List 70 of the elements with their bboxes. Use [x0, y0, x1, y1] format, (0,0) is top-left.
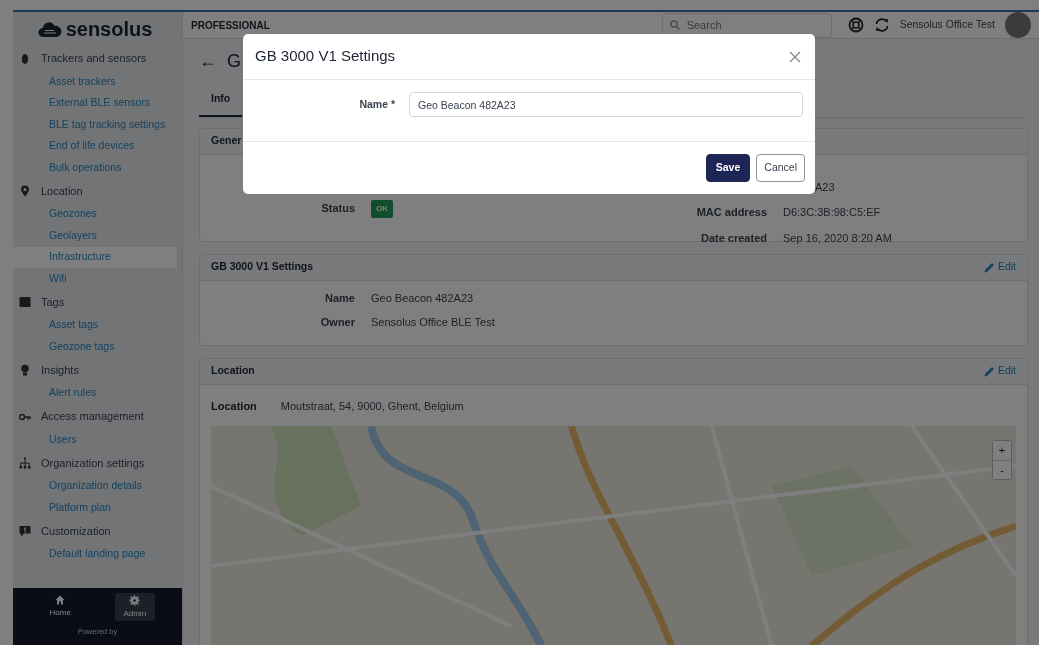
search-icon: [669, 19, 680, 30]
pencil-icon: [983, 365, 995, 377]
sidebar-link[interactable]: External BLE sensors: [13, 92, 177, 114]
card-title: GB 3000 V1 Settings: [211, 259, 314, 275]
card-title: Location: [211, 363, 255, 379]
avatar[interactable]: [1005, 12, 1031, 38]
sidebar-link[interactable]: Platform plan: [13, 497, 177, 519]
lightbulb-icon: [19, 364, 31, 376]
sidebar-section-label: Trackers and sensors: [41, 51, 147, 67]
sidebar-link[interactable]: Geolayers: [13, 225, 177, 247]
field-label: Status: [320, 200, 355, 216]
sidebar-link[interactable]: Organization details: [13, 475, 177, 497]
sidebar-section-label: Insights: [41, 362, 79, 378]
field-value: Sensolus Office BLE Test: [371, 315, 496, 331]
sidebar-link[interactable]: Geozones: [13, 203, 177, 225]
tracker-icon: [19, 52, 31, 65]
field-value: Moutstraat, 54, 9000, Ghent, Belgium: [280, 398, 464, 414]
status-badge: OK: [371, 199, 393, 218]
close-icon: [789, 50, 801, 63]
hierarchy-icon: [19, 457, 31, 469]
gear-icon: [129, 594, 141, 606]
organization-name[interactable]: Sensolus Office Test: [899, 17, 995, 33]
sidebar-section-label: Organization settings: [41, 455, 145, 471]
field-value: D6:3C:3B:98:C5:EF: [783, 205, 882, 221]
sidebar-link[interactable]: Geozone tags: [13, 336, 177, 358]
sidebar-link[interactable]: Bulk operations: [13, 157, 177, 179]
card-title: Gener: [211, 133, 242, 149]
field-value: Geo Beacon 482A23: [371, 290, 475, 306]
field-label: Location: [211, 398, 257, 414]
sidebar-link[interactable]: Users: [13, 429, 177, 451]
dialog-title: GB 3000 V1 Settings: [255, 46, 396, 67]
cancel-button[interactable]: Cancel: [756, 154, 805, 182]
sidebar-section-label: Access management: [41, 409, 144, 425]
edit-link[interactable]: Edit: [983, 259, 1016, 276]
sidebar-link[interactable]: Alert rules: [13, 382, 177, 404]
field-label: MAC address: [695, 205, 767, 221]
sidebar-link[interactable]: BLE tag tracking settings: [13, 114, 177, 136]
sidebar-section-label: Tags: [41, 294, 65, 310]
name-input[interactable]: Geo Beacon 482A23: [409, 92, 803, 117]
plan-label: PROFESSIONAL: [191, 18, 271, 33]
field-value: A23: [814, 179, 836, 195]
sidebar-link[interactable]: Wifi: [13, 268, 177, 290]
home-icon: [55, 595, 66, 605]
sidebar-section-label: Location: [41, 183, 83, 199]
save-button[interactable]: Save: [705, 154, 751, 182]
logo-text: sensolus: [65, 17, 153, 42]
lifebuoy-icon[interactable]: [847, 17, 864, 33]
page-title: G: [227, 49, 241, 73]
sidebar-link[interactable]: End of life devices: [13, 135, 177, 157]
zoom-out-button[interactable]: -: [993, 460, 1011, 480]
map-pin-icon: [19, 185, 31, 197]
pencil-icon: [983, 261, 995, 273]
field-label: Owner: [319, 315, 355, 331]
refresh-icon[interactable]: [873, 17, 890, 33]
sidebar-section-label: Customization: [41, 523, 111, 539]
field-label: Name *: [358, 96, 395, 112]
sidebar-link[interactable]: Infrastructure: [13, 246, 177, 268]
field-label: Date created: [699, 230, 767, 246]
field-value: Sep 16, 2020 8:20 AM: [783, 230, 892, 246]
cloud-logo-icon: [37, 20, 62, 38]
nav-button[interactable]: Home: [40, 593, 81, 621]
sidebar-link[interactable]: Asset tags: [13, 314, 177, 336]
back-arrow[interactable]: ←: [199, 47, 217, 75]
comment-icon: [19, 525, 31, 537]
sidebar-link[interactable]: Asset trackers: [13, 71, 177, 93]
edit-link[interactable]: Edit: [983, 363, 1016, 380]
sidebar-link[interactable]: Default landing page: [13, 543, 177, 565]
field-label: Name: [324, 290, 355, 306]
nav-button[interactable]: Admin: [114, 593, 155, 621]
square-icon: [19, 296, 31, 308]
